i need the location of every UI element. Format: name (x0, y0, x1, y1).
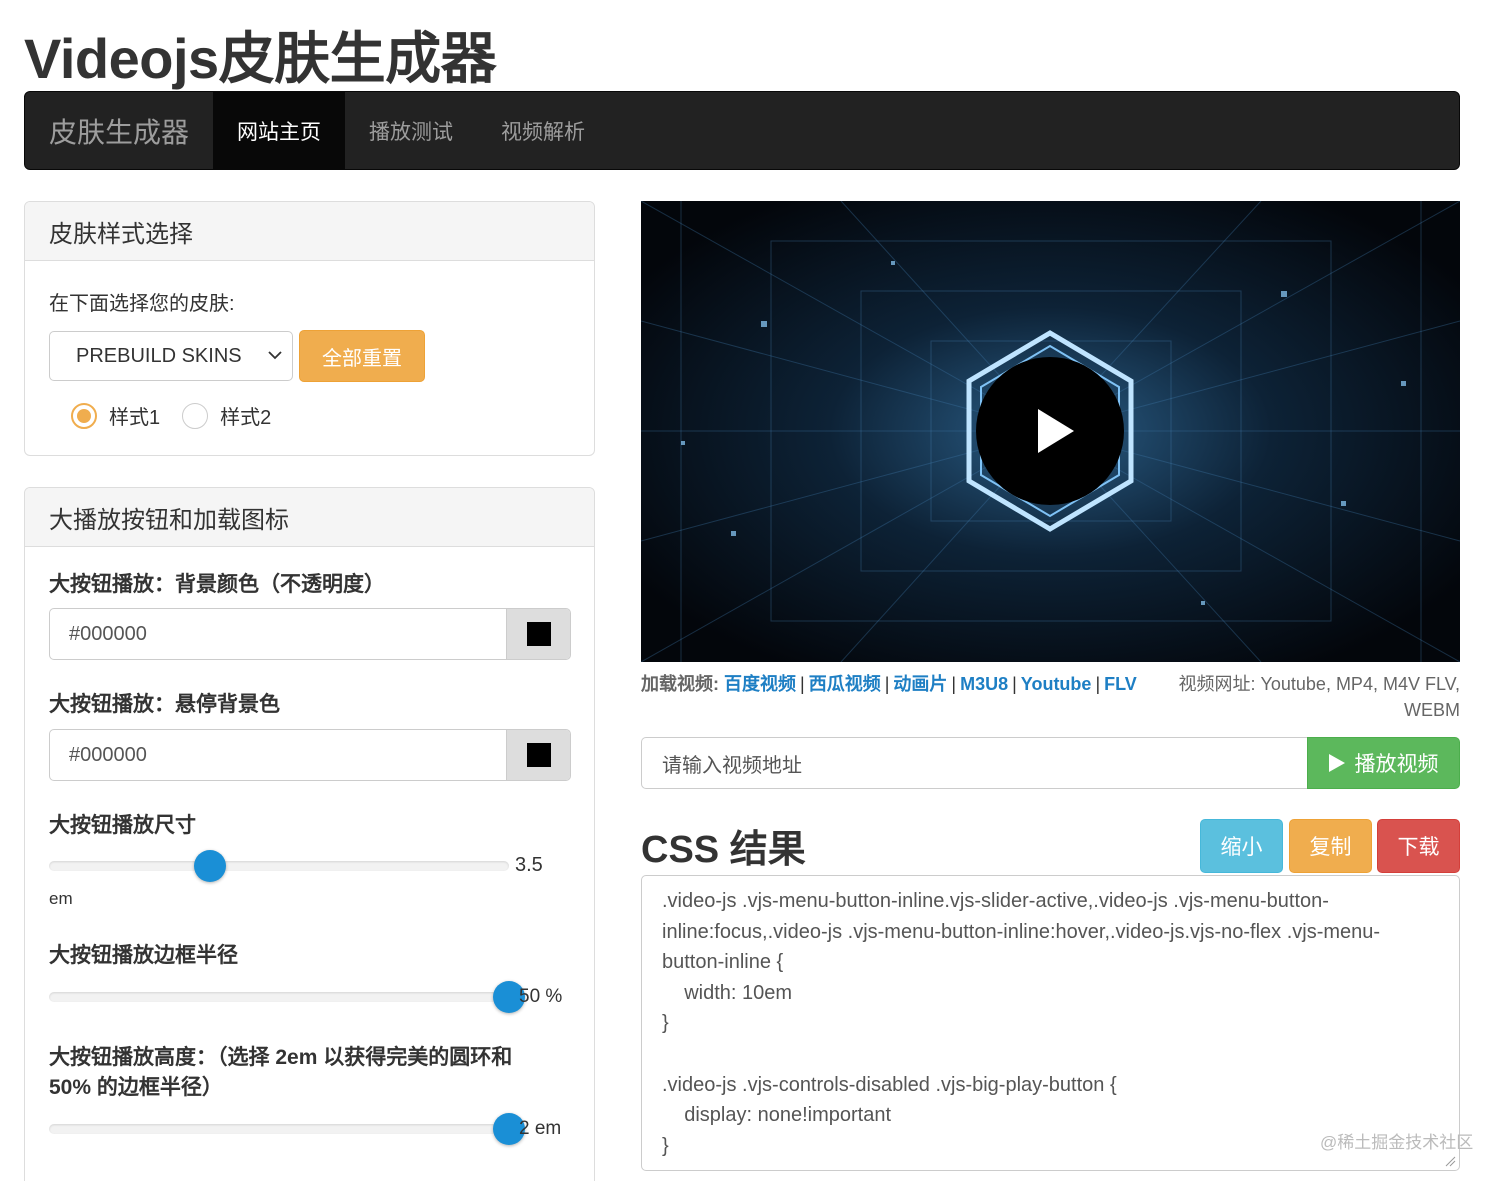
formats-hint: 视频网址: Youtube, MP4, M4V FLV, WEBM (1178, 674, 1460, 720)
skin-select-value: PREBUILD SKINS (76, 344, 242, 367)
height-label: 大按钮播放高度：（选择 2em 以获得完美的圆环和50% 的边框半径） (49, 1046, 513, 1099)
bg-color-picker[interactable] (506, 609, 570, 659)
radio-style-2[interactable] (182, 402, 209, 429)
size-label: 大按钮播放尺寸 (49, 814, 196, 837)
panel-heading: 大播放按钮和加载图标 (25, 488, 594, 547)
color-swatch (526, 622, 551, 646)
big-play-button[interactable] (976, 357, 1124, 505)
separator: | (951, 674, 957, 694)
copy-button[interactable]: 复制 (1289, 819, 1372, 873)
size-slider[interactable] (49, 850, 509, 882)
separator: | (884, 674, 890, 694)
source-link-xigua[interactable]: 西瓜视频 (809, 674, 881, 694)
nav-item-play-test[interactable]: 播放测试 (345, 92, 477, 169)
resize-handle-icon[interactable] (1444, 1155, 1456, 1167)
radio-style-2-label: 样式2 (220, 407, 272, 429)
nav-item-video-parse[interactable]: 视频解析 (477, 92, 609, 169)
source-link-youtube[interactable]: Youtube (1021, 674, 1092, 694)
separator: | (1012, 674, 1017, 694)
height-slider[interactable] (49, 1113, 525, 1145)
play-video-label: 播放视频 (1354, 753, 1439, 776)
play-video-button[interactable]: 播放视频 (1307, 737, 1460, 789)
watermark: @稀土掘金技术社区 (1320, 1133, 1474, 1152)
load-video-label: 加载视频: (641, 674, 719, 694)
video-source-row: 加载视频: 百度视频 | 西瓜视频 | 动画片 | M3U8 | Youtube | FLV 视频网… (641, 671, 1460, 720)
select-label: 在下面选择您的皮肤: (49, 293, 235, 315)
radius-slider[interactable] (49, 981, 525, 1013)
hover-color-label: 大按钮播放：悬停背景色 (49, 693, 280, 716)
hover-color-value[interactable]: #000000 (50, 730, 506, 780)
navbar: 皮肤生成器 网站主页 播放测试 视频解析 (24, 91, 1460, 170)
skin-radio-group: 样式1 样式2 (71, 401, 293, 430)
separator: | (800, 674, 805, 694)
height-value: 2 em (519, 1118, 562, 1139)
shrink-button[interactable]: 缩小 (1200, 819, 1283, 873)
reset-all-button[interactable]: 全部重置 (299, 330, 425, 382)
video-url-input[interactable]: 请输入视频地址 (641, 737, 1307, 789)
hover-color-input[interactable]: #000000 (49, 729, 571, 781)
panel-heading: 皮肤样式选择 (25, 202, 594, 261)
separator: | (1095, 674, 1101, 694)
navbar-brand[interactable]: 皮肤生成器 (25, 92, 213, 169)
source-link-cartoon[interactable]: 动画片 (893, 674, 947, 694)
source-link-m3u8[interactable]: M3U8 (960, 674, 1008, 694)
source-link-baidu[interactable]: 百度视频 (724, 674, 796, 694)
bg-color-input[interactable]: #000000 (49, 608, 571, 660)
size-slider-handle[interactable] (194, 850, 226, 882)
skin-select-panel: 皮肤样式选择 在下面选择您的皮肤: PREBUILD SKINS 全部重置 样式… (24, 201, 595, 456)
radio-style-1-label: 样式1 (109, 407, 161, 429)
radius-value: 50 % (519, 986, 563, 1007)
play-icon (1328, 754, 1345, 772)
video-url-group: 请输入视频地址 播放视频 (641, 737, 1460, 789)
css-result-title: CSS 结果 (641, 829, 806, 871)
site-title: Videojs皮肤生成器 (24, 27, 497, 90)
nav-item-home[interactable]: 网站主页 (213, 92, 346, 169)
radio-style-1[interactable] (71, 402, 97, 429)
skin-select[interactable]: PREBUILD SKINS (49, 331, 293, 381)
radius-label: 大按钮播放边框半径 (49, 944, 238, 967)
big-play-panel: 大播放按钮和加载图标 大按钮播放：背景颜色（不透明度） #000000 大按钮播… (24, 487, 595, 1181)
size-value: 3.5 (515, 854, 543, 876)
bg-color-label: 大按钮播放：背景颜色（不透明度） (49, 573, 385, 596)
size-unit: em (49, 889, 73, 908)
color-swatch (526, 743, 551, 767)
source-link-flv[interactable]: FLV (1104, 674, 1137, 694)
hover-color-picker[interactable] (506, 730, 570, 780)
bg-color-value[interactable]: #000000 (50, 609, 506, 659)
css-output-textarea[interactable]: .video-js .vjs-menu-button-inline.vjs-sl… (641, 875, 1460, 1171)
download-button[interactable]: 下载 (1377, 819, 1460, 873)
chevron-down-icon (268, 347, 282, 363)
